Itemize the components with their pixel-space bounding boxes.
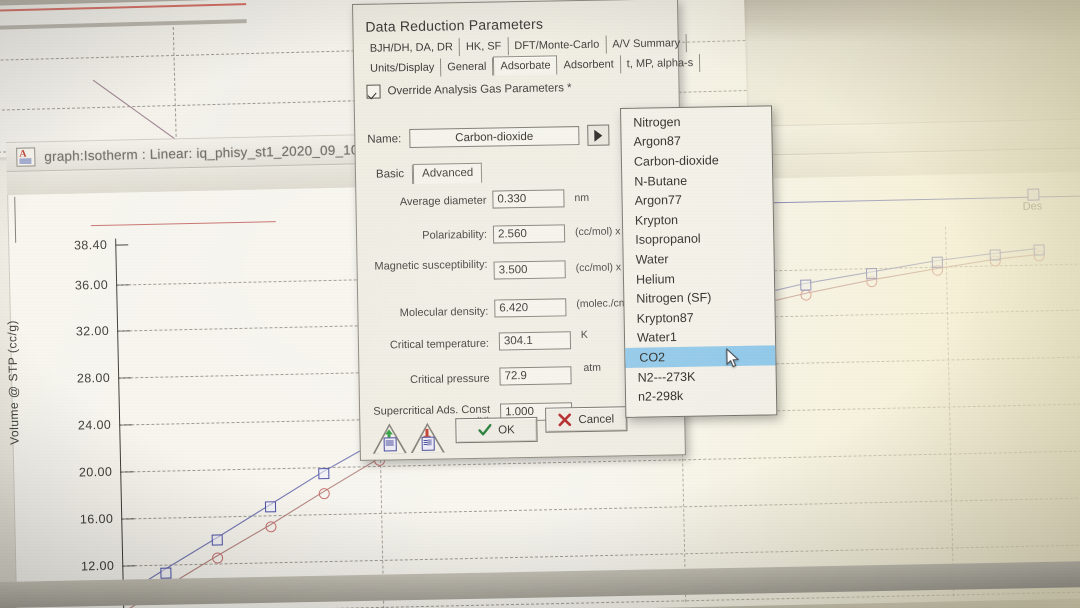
data-point-des — [160, 567, 172, 579]
y-tick-label: 24.00 — [77, 417, 112, 433]
data-point-des — [318, 468, 330, 480]
dropdown-item-water1[interactable]: Water1 — [625, 326, 775, 348]
ok-button-label: OK — [498, 423, 515, 437]
data-point-des — [865, 268, 878, 280]
adsorbate-name-label: Name: — [367, 132, 402, 146]
field-label: Polarizability: — [422, 228, 488, 242]
y-tick-label: 36.00 — [74, 277, 109, 293]
tab-t-mp-alpha-s[interactable]: t, MP, alpha-s — [620, 53, 701, 74]
dropdown-item-nitrogen-sf[interactable]: Nitrogen (SF) — [624, 287, 774, 309]
tab-adsorbent[interactable]: Adsorbent — [557, 55, 621, 75]
tab-general[interactable]: General — [441, 57, 494, 77]
data-point-des — [211, 534, 223, 546]
close-icon — [558, 413, 572, 427]
field-label: Average diameter — [399, 194, 487, 209]
cancel-button-label: Cancel — [578, 412, 615, 426]
document-icon — [421, 436, 435, 451]
y-tick-label: 20.00 — [78, 464, 113, 480]
y-axis-title: Volume @ STP (cc/g) — [4, 319, 22, 446]
tab-bjh-dh-da-dr[interactable]: BJH/DH, DA, DR — [363, 38, 461, 58]
tab-dft-monte-carlo[interactable]: DFT/Monte-Carlo — [508, 35, 607, 56]
dropdown-arrow-icon — [594, 129, 603, 142]
adsorbate-name-value: Carbon-dioxide — [455, 130, 534, 144]
dropdown-item-helium[interactable]: Helium — [624, 267, 774, 289]
y-tick-label: 12.00 — [80, 558, 115, 574]
tab-row-lower[interactable]: Units/Display General Adsorbate Adsorben… — [363, 53, 701, 78]
field-input[interactable]: 2.560 — [492, 224, 566, 244]
field-label: Molecular density: — [399, 305, 489, 320]
data-point-des — [989, 249, 1001, 261]
dropdown-item-n2-298k[interactable]: n2-298k — [626, 385, 776, 407]
field-unit: atm — [583, 361, 602, 375]
dropdown-item-n2-273k[interactable]: N2---273K — [626, 365, 776, 387]
dropdown-item-argon87[interactable]: Argon87 — [621, 130, 771, 152]
dropdown-item-krypton[interactable]: Krypton — [623, 208, 773, 230]
tab-units-display[interactable]: Units/Display — [363, 58, 442, 78]
dropdown-item-nitrogen[interactable]: Nitrogen — [621, 110, 771, 132]
mouse-cursor-icon — [726, 347, 740, 368]
adsorbate-name-row[interactable]: Name: Carbon-dioxide — [367, 124, 610, 150]
field-label: Magnetic susceptibility: — [374, 258, 488, 273]
dialog-tab-strip[interactable]: BJH/DH, DA, DR HK, SF DFT/Monte-Carlo A/… — [363, 34, 701, 78]
dropdown-item-krypton87[interactable]: Krypton87 — [625, 306, 775, 328]
field-input[interactable]: 304.1 — [498, 331, 572, 351]
dropdown-item-isopropanol[interactable]: Isopropanol — [623, 228, 773, 250]
y-tick-label: 28.00 — [76, 370, 111, 386]
export-adsorbate-button[interactable] — [410, 422, 445, 454]
field-unit: nm — [574, 191, 590, 205]
field-value: 72.9 — [504, 370, 528, 383]
y-tick-label: 16.00 — [79, 511, 114, 527]
adsorbate-subtab-strip[interactable]: Basic Advanced — [367, 162, 483, 185]
graph-window-title: graph:Isotherm : Linear: iq_phisy_st1_20… — [44, 140, 398, 164]
graph-document-icon — [16, 146, 36, 167]
field-input[interactable]: 72.9 — [499, 366, 572, 386]
dialog-title: Data Reduction Parameters — [365, 15, 544, 35]
data-point-des — [931, 256, 943, 268]
data-point-des — [800, 279, 812, 291]
subtab-advanced[interactable]: Advanced — [412, 162, 483, 184]
dropdown-item-argon77[interactable]: Argon77 — [622, 189, 772, 211]
legend-marker-des — [1027, 188, 1040, 201]
screen-photo: graph:Isotherm : Linear: iq_phisy_st1_20… — [0, 0, 1080, 608]
field-value: 0.330 — [497, 192, 527, 206]
field-value: 2.560 — [497, 227, 527, 241]
dropdown-item-n-butane[interactable]: N-Butane — [622, 169, 772, 191]
override-gas-parameters-checkbox[interactable] — [366, 84, 381, 99]
data-point-des — [264, 501, 277, 513]
subtab-basic[interactable]: Basic — [367, 164, 414, 185]
field-input[interactable]: 0.330 — [492, 189, 565, 209]
adsorbate-dropdown-button[interactable] — [587, 124, 610, 146]
field-input[interactable]: 6.420 — [494, 298, 567, 318]
y-tick-label: 32.00 — [75, 323, 110, 339]
legend-label-des: Des — [1022, 200, 1043, 213]
override-gas-parameters-row[interactable]: Override Analysis Gas Parameters * — [366, 81, 572, 99]
tab-av-summary[interactable]: A/V Summary — [606, 34, 688, 54]
cancel-button[interactable]: Cancel — [545, 406, 628, 433]
adsorbate-dropdown-list[interactable]: Nitrogen Argon87 Carbon-dioxide N-Butane… — [620, 105, 778, 418]
dropdown-item-co2[interactable]: CO2 — [625, 345, 776, 368]
field-label: Critical pressure — [409, 372, 490, 387]
field-input[interactable]: 3.500 — [493, 260, 566, 280]
y-tick-label: 38.40 — [73, 237, 108, 253]
tab-hk-sf[interactable]: HK, SF — [459, 37, 509, 57]
import-adsorbate-button[interactable] — [372, 423, 407, 455]
field-value: 304.1 — [503, 334, 533, 348]
field-unit: K — [580, 328, 588, 342]
tab-adsorbate[interactable]: Adsorbate — [493, 55, 558, 76]
field-value: 3.500 — [498, 263, 528, 277]
dropdown-item-water[interactable]: Water — [623, 247, 773, 269]
field-label: Critical temperature: — [389, 337, 490, 352]
field-value: 6.420 — [499, 301, 529, 315]
dropdown-item-carbon-dioxide[interactable]: Carbon-dioxide — [622, 150, 772, 172]
ok-button[interactable]: OK — [455, 416, 538, 444]
adsorbate-name-field[interactable]: Carbon-dioxide — [409, 126, 580, 149]
override-gas-parameters-label: Override Analysis Gas Parameters * — [387, 82, 572, 98]
data-point-des — [1033, 244, 1045, 256]
check-icon — [478, 423, 492, 436]
document-icon — [383, 437, 397, 452]
